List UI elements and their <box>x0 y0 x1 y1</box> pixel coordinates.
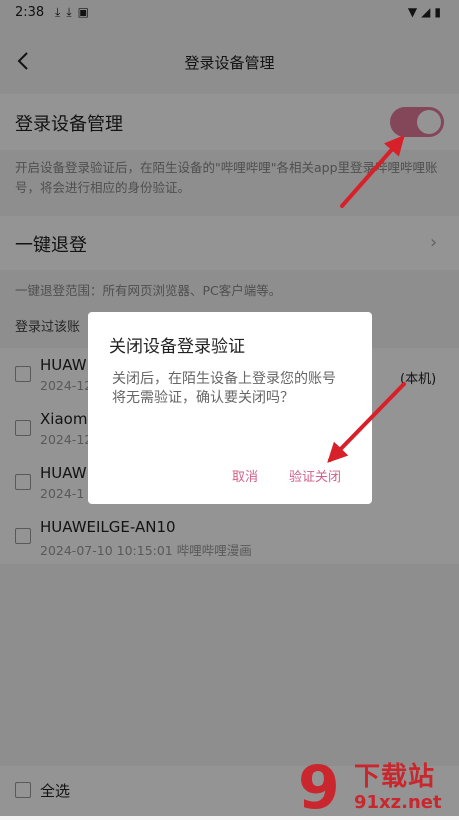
svg-text:9: 9 <box>298 754 340 816</box>
dialog-title: 关闭设备登录验证 <box>109 337 245 357</box>
watermark: 9 下载站 91xz.net <box>296 753 459 820</box>
watermark-text: 下载站 <box>354 762 436 792</box>
watermark-url: 91xz.net <box>354 792 442 813</box>
cancel-button[interactable]: 取消 <box>232 466 258 485</box>
dialog-message: 关闭后，在陌生设备上登录您的账号将无需验证，确认要关闭吗？ <box>112 371 336 406</box>
watermark-logo-icon: 9 <box>296 753 348 820</box>
close-verification-dialog: 关闭设备登录验证 关闭后，在陌生设备上登录您的账号将无需验证，确认要关闭吗？ 取… <box>88 312 372 504</box>
confirm-close-button[interactable]: 验证关闭 <box>289 466 341 485</box>
